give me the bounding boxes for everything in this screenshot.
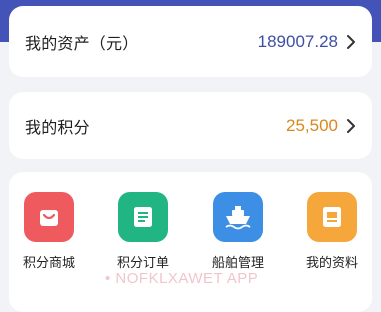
menu-label-ship-management: 船舶管理 (211, 256, 264, 271)
my-assets-value: 189007.28 (257, 31, 338, 51)
my-points-value: 25,500 (286, 115, 338, 135)
my-assets-card[interactable]: 我的资产（元） 189007.28 (9, 6, 372, 77)
quick-menu-grid: 积分商城 积分订单 船舶管理 我的资料 (9, 192, 372, 272)
menu-label-my-profile: 我的资料 (305, 256, 358, 271)
quick-menu-card: 积分商城 积分订单 船舶管理 我的资料 (9, 172, 372, 312)
menu-item-my-profile[interactable]: 我的资料 (292, 192, 372, 271)
my-points-label: 我的积分 (25, 117, 90, 137)
profile-doc-icon (307, 192, 357, 242)
my-points-card[interactable]: 我的积分 25,500 (9, 92, 372, 159)
ship-icon (213, 192, 263, 242)
menu-item-ship-management[interactable]: 船舶管理 (198, 192, 278, 271)
chevron-right-icon (347, 118, 355, 133)
shopping-bag-icon (24, 192, 74, 242)
menu-label-points-orders: 积分订单 (116, 256, 169, 271)
order-list-icon (118, 192, 168, 242)
my-assets-label: 我的资产（元） (25, 33, 139, 53)
menu-item-points-orders[interactable]: 积分订单 (103, 192, 183, 271)
watermark: • NOFKLXAWET APP (105, 270, 259, 287)
chevron-right-icon (347, 34, 355, 49)
menu-item-points-mall[interactable]: 积分商城 (9, 192, 89, 271)
menu-label-points-mall: 积分商城 (22, 256, 75, 271)
